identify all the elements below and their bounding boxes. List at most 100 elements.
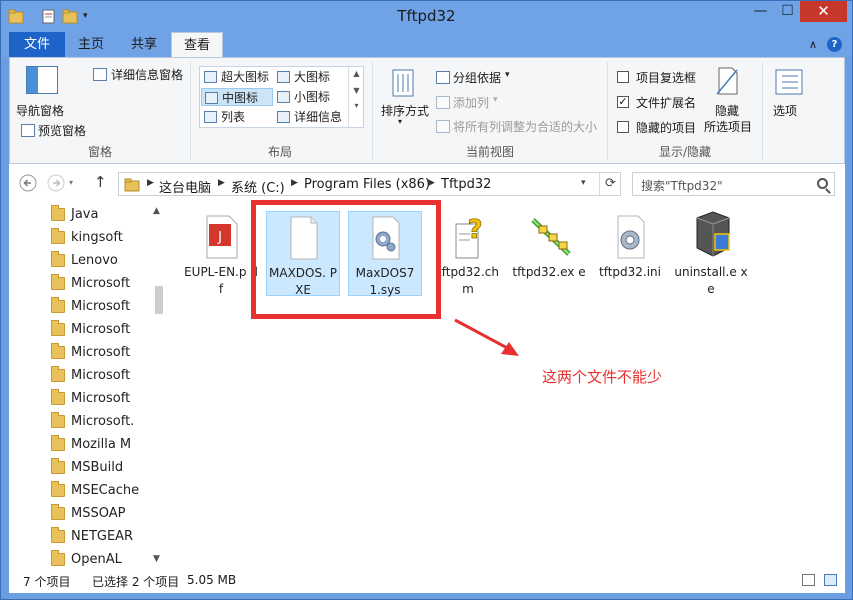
breadcrumb-separator-icon[interactable]: ▶ — [218, 178, 225, 188]
tree-item[interactable]: NETGEAR — [51, 526, 133, 548]
search-input[interactable]: 搜索"Tftpd32" — [632, 172, 835, 196]
group-label-current-view: 当前视图 — [465, 145, 514, 159]
sort-by-button[interactable]: 排序方式 ▾ — [376, 64, 430, 132]
minimize-button[interactable]: — — [747, 1, 774, 22]
add-column-button[interactable]: 添加列 — [453, 94, 489, 111]
size-all-columns-button[interactable]: 将所有列调整为合适的大小 — [453, 118, 597, 135]
options-button[interactable]: 选项 — [768, 64, 816, 124]
preview-pane-button[interactable]: 预览窗格 — [38, 122, 86, 139]
tab-home[interactable]: 主页 — [65, 32, 117, 57]
folder-icon — [51, 550, 65, 566]
tree-item[interactable]: Microsoft. — [51, 411, 134, 433]
layout-medium-icons[interactable]: 中图标 — [201, 88, 273, 106]
layout-gallery-scroll[interactable]: ▲ ▼ ▾ — [348, 67, 364, 127]
layout-large-icons[interactable]: 大图标 — [274, 68, 346, 86]
tree-item[interactable]: OpenAL — [51, 549, 122, 568]
details-pane-button[interactable]: 详细信息窗格 — [111, 66, 183, 83]
forward-button[interactable] — [47, 174, 65, 196]
tree-item[interactable]: Microsoft — [51, 273, 130, 295]
tree-item[interactable]: Microsoft — [51, 388, 130, 410]
hide-selected-button[interactable]: 隐藏 所选项目 — [702, 64, 758, 134]
expand-gallery-icon[interactable]: ▾ — [349, 101, 364, 110]
breadcrumb-program-files-x86[interactable]: Program Files (x86) — [304, 177, 430, 192]
nav-pane-button[interactable]: 导航窗格 — [16, 64, 76, 130]
layout-gallery: 超大图标 大图标 中图标 小图标 列表 详细信息 ▲ ▼ ▾ — [199, 66, 364, 128]
breadcrumb-system-c[interactable]: 系统 (C:) — [231, 177, 285, 196]
group-label-show-hide: 显示/隐藏 — [658, 145, 712, 159]
layout-details[interactable]: 详细信息 — [274, 108, 346, 126]
search-icon[interactable] — [817, 178, 828, 189]
tree-item[interactable]: Microsoft — [51, 342, 130, 364]
file-item-tftpd32-chm[interactable]: ? tftpd32.ch m — [431, 214, 505, 298]
tree-item[interactable]: Java — [51, 204, 98, 226]
scrollbar-thumb[interactable] — [155, 286, 163, 314]
breadcrumb-this-pc[interactable]: 这台电脑 — [159, 177, 211, 196]
layout-small-icons[interactable]: 小图标 — [274, 88, 346, 106]
file-extensions-label[interactable]: 文件扩展名 — [636, 94, 696, 111]
tree-item[interactable]: kingsoft — [51, 227, 123, 249]
content-area: Java kingsoft Lenovo Microsoft Microsoft… — [9, 200, 845, 568]
large-icons-icon — [277, 71, 290, 83]
refresh-button[interactable]: ⟳ — [599, 173, 621, 195]
hide-selected-icon — [715, 66, 741, 96]
address-box[interactable]: ▶ 这台电脑 ▶ 系统 (C:) ▶ Program Files (x86) ▶… — [118, 172, 621, 196]
maximize-button[interactable]: ☐ — [774, 1, 801, 22]
title-bar[interactable]: ▾ Tftpd32 — ☐ ✕ — [1, 1, 852, 32]
breadcrumb-separator-icon[interactable]: ▶ — [147, 178, 154, 188]
tree-item[interactable]: Microsoft — [51, 296, 130, 318]
chevron-down-icon: ▾ — [505, 70, 510, 80]
scroll-down-icon[interactable]: ▼ — [153, 554, 160, 564]
close-button[interactable]: ✕ — [800, 1, 847, 22]
list-icon — [204, 111, 217, 123]
help-icon[interactable]: ? — [827, 37, 842, 52]
breadcrumb-tftpd32[interactable]: Tftpd32 — [441, 177, 491, 192]
options-icon — [774, 68, 804, 96]
tree-scrollbar[interactable]: ▲ ▼ — [151, 204, 167, 568]
hide-selected-label-1: 隐藏 — [715, 104, 740, 118]
scroll-down-icon[interactable]: ▼ — [349, 86, 364, 95]
tree-item[interactable]: Microsoft — [51, 319, 130, 341]
file-extensions-checkbox[interactable]: ✓ — [617, 96, 629, 108]
hidden-items-label[interactable]: 隐藏的项目 — [636, 119, 696, 136]
tree-item[interactable]: MSECache — [51, 480, 139, 502]
folder-icon — [51, 320, 65, 336]
tab-file[interactable]: 文件 — [9, 32, 65, 57]
file-item-tftpd32-exe[interactable]: tftpd32.ex e — [512, 214, 586, 281]
status-selected-count: 已选择 2 个项目 — [92, 575, 180, 589]
file-item-eupl-pdf[interactable]: J EUPL-EN.p df — [184, 214, 258, 298]
tree-item[interactable]: MSSOAP — [51, 503, 125, 525]
item-checkboxes-label[interactable]: 项目复选框 — [636, 69, 696, 86]
tree-item[interactable]: Mozilla M — [51, 434, 131, 456]
scroll-up-icon[interactable]: ▲ — [349, 69, 364, 78]
nav-pane-icon — [26, 66, 58, 94]
folder-icon — [51, 412, 65, 428]
address-history-icon[interactable]: ▾ — [581, 178, 586, 188]
layout-extra-large-icons[interactable]: 超大图标 — [201, 68, 273, 86]
tab-share[interactable]: 共享 — [117, 32, 171, 57]
breadcrumb-separator-icon[interactable]: ▶ — [291, 178, 298, 188]
medium-icons-icon — [205, 92, 218, 104]
tree-item[interactable]: MSBuild — [51, 457, 123, 479]
status-selected-size: 5.05 MB — [187, 573, 237, 587]
file-item-uninstall-exe[interactable]: uninstall.e xe — [674, 210, 748, 298]
extra-large-icons-icon — [204, 71, 217, 83]
up-button[interactable]: ↑ — [94, 173, 107, 191]
ribbon-collapse-icon[interactable]: ∧ — [809, 38, 817, 51]
group-by-button[interactable]: 分组依据 — [453, 69, 501, 86]
tree-item[interactable]: Microsoft — [51, 365, 130, 387]
item-checkboxes-checkbox[interactable] — [617, 71, 629, 83]
breadcrumb-separator-icon[interactable]: ▶ — [428, 178, 435, 188]
layout-list[interactable]: 列表 — [201, 108, 273, 126]
folder-icon — [51, 481, 65, 497]
add-column-icon — [436, 96, 450, 109]
scroll-up-icon[interactable]: ▲ — [153, 206, 160, 216]
file-item-tftpd32-ini[interactable]: tftpd32.ini — [593, 214, 667, 281]
hidden-items-checkbox[interactable] — [617, 121, 629, 133]
recent-locations-icon[interactable]: ▾ — [69, 178, 73, 187]
details-view-icon[interactable] — [802, 574, 815, 586]
tab-view[interactable]: 查看 — [171, 32, 223, 57]
nav-pane-label: 导航窗格 — [16, 104, 65, 118]
tree-item[interactable]: Lenovo — [51, 250, 118, 272]
large-icons-view-icon[interactable] — [824, 574, 837, 586]
back-button[interactable] — [19, 174, 37, 196]
